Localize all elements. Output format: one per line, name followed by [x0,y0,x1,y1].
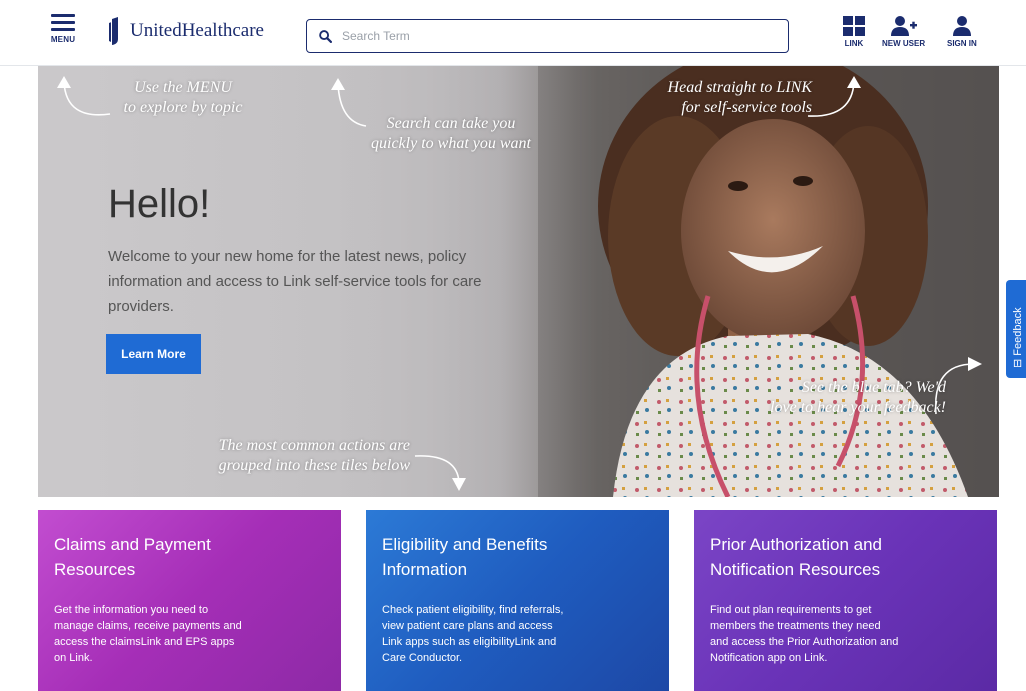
feedback-tab-label: ⊟ Feedback [1012,307,1024,368]
tile-title: Prior Authorization and Notification Res… [710,535,882,579]
sign-in-label: SIGN IN [947,39,977,48]
sign-in-button[interactable]: SIGN IN [947,16,977,48]
search-annotation: Search can take you quickly to what you … [371,115,531,152]
tiles-callout-arrow-icon [414,455,466,491]
hero-title: Hello! [108,182,211,226]
grid-icon [843,16,865,36]
menu-callout-arrow-icon [57,76,111,116]
search-input[interactable] [342,29,762,43]
logo[interactable]: UnitedHealthcare [108,16,264,46]
tile-claims-payment[interactable]: Claims and Payment Resources Get the inf… [38,510,341,691]
feedback-annotation: See the blue tab? We'd love to hear your… [770,379,946,416]
logo-text: UnitedHealthcare [130,20,264,41]
link-annotation: Head straight to LINK for self-service t… [667,79,812,116]
hamburger-icon [46,14,80,31]
feedback-icon: ⊟ [1012,358,1024,368]
search-icon [319,29,332,43]
logo-mark-icon [109,17,118,45]
tile-description: Get the information you need to manage c… [54,604,242,664]
hero-welcome-text: Welcome to your new home for the latest … [108,248,482,315]
new-user-button[interactable]: NEW USER [882,16,925,48]
user-icon [952,16,971,36]
new-user-label: NEW USER [882,39,926,48]
tiles-annotation: The most common actions are grouped into… [218,437,410,474]
tile-title: Claims and Payment Resources [54,535,211,579]
search-box[interactable] [306,19,789,53]
hero-banner: Use the MENU to explore by topic Search … [38,66,999,497]
menu-annotation: Use the MENU to explore by topic [123,79,243,116]
tile-eligibility-benefits[interactable]: Eligibility and Benefits Information Che… [366,510,669,691]
link-button[interactable]: LINK [843,16,865,48]
site-header: MENU UnitedHealthcare LINK NEW [0,0,1026,66]
link-label: LINK [844,39,864,48]
tile-prior-authorization[interactable]: Prior Authorization and Notification Res… [694,510,997,691]
learn-more-button[interactable]: Learn More [106,334,201,374]
add-user-icon [890,16,917,36]
menu-label: MENU [50,35,76,44]
menu-button[interactable]: MENU [46,14,80,56]
tile-description: Check patient eligibility, find referral… [382,604,564,664]
tile-title: Eligibility and Benefits Information [382,535,548,579]
feedback-tab[interactable]: ⊟ Feedback [1006,280,1026,378]
link-callout-arrow-icon [807,76,861,117]
tile-description: Find out plan requirements to get member… [710,604,899,664]
